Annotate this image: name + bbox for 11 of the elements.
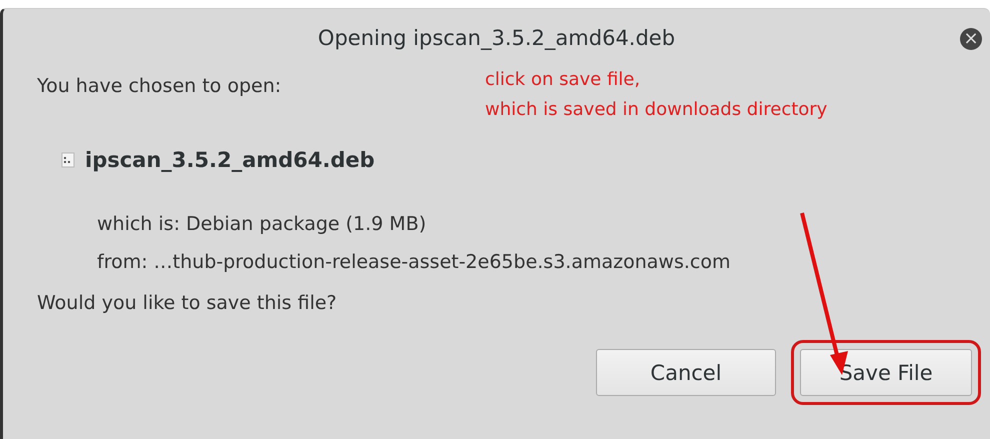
cancel-button[interactable]: Cancel	[596, 349, 776, 396]
close-button[interactable]: ×	[960, 28, 982, 50]
question-text: Would you like to save this file?	[37, 291, 338, 316]
annotation-text: click on save file,	[485, 68, 642, 92]
annotation-text: which is saved in downloads directory	[485, 98, 828, 122]
file-name: ipscan_3.5.2_amd64.deb	[85, 148, 375, 172]
file-type-text: which is: Debian package (1.9 MB)	[97, 212, 428, 237]
file-source-text: from: …thub-production-release-asset-2e65be.s3.amazonaws.com	[97, 250, 732, 275]
file-icon	[61, 152, 75, 168]
window-title: Opening ipscan_3.5.2_amd64.deb	[318, 26, 676, 50]
intro-text: You have chosen to open:	[37, 75, 282, 99]
